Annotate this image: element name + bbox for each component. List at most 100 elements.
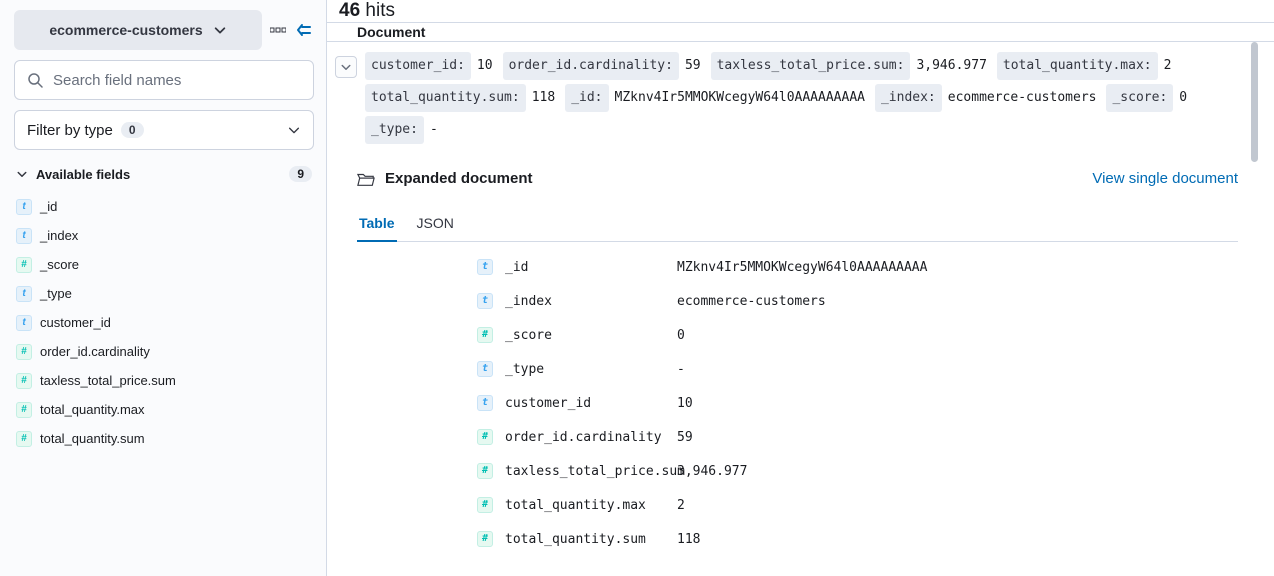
filter-count-badge: 0 (121, 122, 144, 138)
detail-row[interactable]: order_id.cardinality59 (357, 420, 1238, 454)
document-summary: customer_id:10order_id.cardinality:59tax… (365, 52, 1238, 144)
field-name: taxless_total_price.sum (40, 373, 176, 388)
detail-field-value: 0 (677, 328, 1238, 343)
summary-kv: customer_id:10 (365, 52, 493, 80)
field-name: _index (40, 228, 78, 243)
detail-field-name: _type (497, 362, 677, 377)
field-item[interactable]: customer_id (14, 308, 314, 337)
field-name: customer_id (40, 315, 111, 330)
detail-field-value: 59 (677, 430, 1238, 445)
field-item[interactable]: _type (14, 279, 314, 308)
field-type-text-icon (477, 293, 493, 309)
field-type-text-icon (16, 228, 32, 244)
available-fields-label: Available fields (36, 167, 281, 182)
field-name: _score (40, 257, 79, 272)
summary-kv: order_id.cardinality:59 (503, 52, 701, 80)
expanded-tabs: Table JSON (357, 207, 1238, 242)
summary-key: _index: (875, 84, 942, 112)
detail-field-name: _score (497, 328, 677, 343)
summary-kv: _index:ecommerce-customers (875, 84, 1097, 112)
summary-kv: _score:0 (1106, 84, 1187, 112)
add-indexpattern-icon[interactable] (268, 20, 288, 40)
field-name: _id (40, 199, 57, 214)
sidebar: ecommerce-customers (0, 0, 327, 576)
summary-kv: _type: - (365, 116, 438, 144)
field-item[interactable]: _index (14, 221, 314, 250)
field-type-text-icon (16, 315, 32, 331)
detail-row[interactable]: _indexecommerce-customers (357, 284, 1238, 318)
index-pattern-selector[interactable]: ecommerce-customers (14, 10, 262, 50)
index-pattern-name: ecommerce-customers (49, 22, 202, 38)
summary-key: order_id.cardinality: (503, 52, 679, 80)
available-fields-count: 9 (289, 166, 312, 182)
field-item[interactable]: _id (14, 192, 314, 221)
field-item[interactable]: total_quantity.max (14, 395, 314, 424)
chevron-down-icon (287, 123, 301, 137)
expanded-detail-table: _idMZknv4Ir5MMOKWcegyW64l0AAAAAAAAA_inde… (357, 250, 1238, 556)
summary-value: MZknv4Ir5MMOKWcegyW64l0AAAAAAAAA (615, 85, 865, 111)
field-type-text-icon (477, 395, 493, 411)
detail-row[interactable]: _type - (357, 352, 1238, 386)
hits-word: hits (365, 0, 395, 22)
scrollbar[interactable] (1251, 42, 1258, 162)
detail-field-value: 3,946.977 (677, 464, 1238, 479)
field-type-number-icon (16, 402, 32, 418)
field-item[interactable]: total_quantity.sum (14, 424, 314, 453)
tab-table[interactable]: Table (357, 207, 397, 241)
column-document-label: Document (357, 24, 425, 40)
expanded-document: Expanded document View single document T… (331, 144, 1238, 556)
field-item[interactable]: _score (14, 250, 314, 279)
detail-row[interactable]: customer_id10 (357, 386, 1238, 420)
field-type-number-icon (477, 497, 493, 513)
detail-row[interactable]: total_quantity.sum118 (357, 522, 1238, 556)
field-name: _type (40, 286, 72, 301)
field-type-number-icon (477, 531, 493, 547)
field-item[interactable]: taxless_total_price.sum (14, 366, 314, 395)
tab-json[interactable]: JSON (415, 207, 456, 241)
summary-value: 0 (1179, 85, 1187, 111)
detail-row[interactable]: taxless_total_price.sum3,946.977 (357, 454, 1238, 488)
field-type-text-icon (477, 361, 493, 377)
chevron-down-icon (16, 168, 28, 180)
filter-by-type-label: Filter by type (27, 122, 113, 139)
field-type-number-icon (477, 463, 493, 479)
detail-field-name: order_id.cardinality (497, 430, 677, 445)
document-area: customer_id:10order_id.cardinality:59tax… (327, 42, 1274, 576)
detail-field-name: total_quantity.sum (497, 532, 677, 547)
detail-field-value: 2 (677, 498, 1238, 513)
summary-kv: total_quantity.max:2 (997, 52, 1172, 80)
available-fields-header[interactable]: Available fields 9 (14, 162, 314, 192)
collapse-row-toggle[interactable] (335, 56, 357, 78)
field-type-number-icon (477, 429, 493, 445)
detail-field-value: 10 (677, 396, 1238, 411)
summary-key: _type: (365, 116, 424, 144)
hits-header: 46 hits (327, 0, 1274, 23)
summary-value: 10 (477, 53, 493, 79)
detail-row[interactable]: total_quantity.max2 (357, 488, 1238, 522)
summary-key: total_quantity.max: (997, 52, 1158, 80)
detail-field-name: _id (497, 260, 677, 275)
field-type-number-icon (477, 327, 493, 343)
field-type-number-icon (16, 373, 32, 389)
chevron-down-icon (213, 23, 227, 37)
summary-key: customer_id: (365, 52, 471, 80)
field-type-number-icon (16, 431, 32, 447)
search-icon (27, 72, 43, 88)
summary-value: 3,946.977 (916, 53, 986, 79)
detail-field-name: _index (497, 294, 677, 309)
filter-by-type[interactable]: Filter by type 0 (14, 110, 314, 150)
field-search[interactable] (14, 60, 314, 100)
field-item[interactable]: order_id.cardinality (14, 337, 314, 366)
detail-field-name: taxless_total_price.sum (497, 464, 677, 479)
collapse-sidebar-icon[interactable] (294, 20, 314, 40)
summary-key: total_quantity.sum: (365, 84, 526, 112)
field-search-input[interactable] (53, 72, 301, 89)
detail-row[interactable]: _idMZknv4Ir5MMOKWcegyW64l0AAAAAAAAA (357, 250, 1238, 284)
view-single-document-link[interactable]: View single document (1092, 170, 1238, 187)
field-type-text-icon (16, 286, 32, 302)
summary-value: 59 (685, 53, 701, 79)
summary-kv: total_quantity.sum:118 (365, 84, 555, 112)
field-type-number-icon (16, 344, 32, 360)
summary-value: - (430, 117, 438, 143)
detail-row[interactable]: _score0 (357, 318, 1238, 352)
